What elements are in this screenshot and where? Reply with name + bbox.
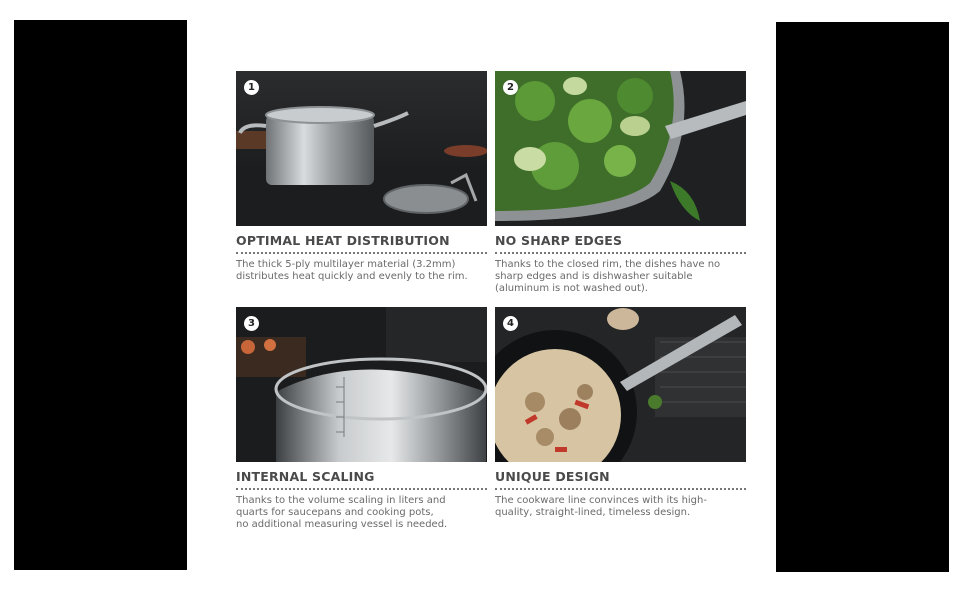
card-title: NO SHARP EDGES xyxy=(495,233,623,248)
left-black-panel xyxy=(14,20,187,570)
right-black-panel xyxy=(776,22,949,572)
step-number-badge: 1 xyxy=(244,80,259,95)
feature-card-heat-distribution: 1 OPTIMAL HEAT DISTRIBUTION The thick 5-… xyxy=(236,71,487,283)
card-description: The cookware line convinces with its hig… xyxy=(495,495,707,518)
photo-frying-pan: 4 xyxy=(495,307,746,462)
feature-card-no-sharp-edges: 2 NO SHARP EDGES Thanks to the closed ri… xyxy=(495,71,746,294)
photo-pot-interior: 3 xyxy=(236,307,487,462)
dotted-divider xyxy=(236,252,487,254)
feature-card-internal-scaling: 3 INTERNAL SCALING Thanks to the volume … xyxy=(236,307,487,530)
card-title: UNIQUE DESIGN xyxy=(495,469,610,484)
card-title: INTERNAL SCALING xyxy=(236,469,375,484)
dotted-divider xyxy=(236,488,487,490)
feature-card-unique-design: 4 UNIQUE DESIGN The cookware line convin… xyxy=(495,307,746,519)
photo-vegetables-pan: 2 xyxy=(495,71,746,226)
step-number-badge: 3 xyxy=(244,316,259,331)
photo-stock-pot: 1 xyxy=(236,71,487,226)
dotted-divider xyxy=(495,252,746,254)
dotted-divider xyxy=(495,488,746,490)
card-title: OPTIMAL HEAT DISTRIBUTION xyxy=(236,233,450,248)
step-number-badge: 2 xyxy=(503,80,518,95)
card-description: Thanks to the volume scaling in liters a… xyxy=(236,495,448,530)
card-description: Thanks to the closed rim, the dishes hav… xyxy=(495,259,721,294)
card-description: The thick 5-ply multilayer material (3.2… xyxy=(236,259,468,282)
step-number-badge: 4 xyxy=(503,316,518,331)
